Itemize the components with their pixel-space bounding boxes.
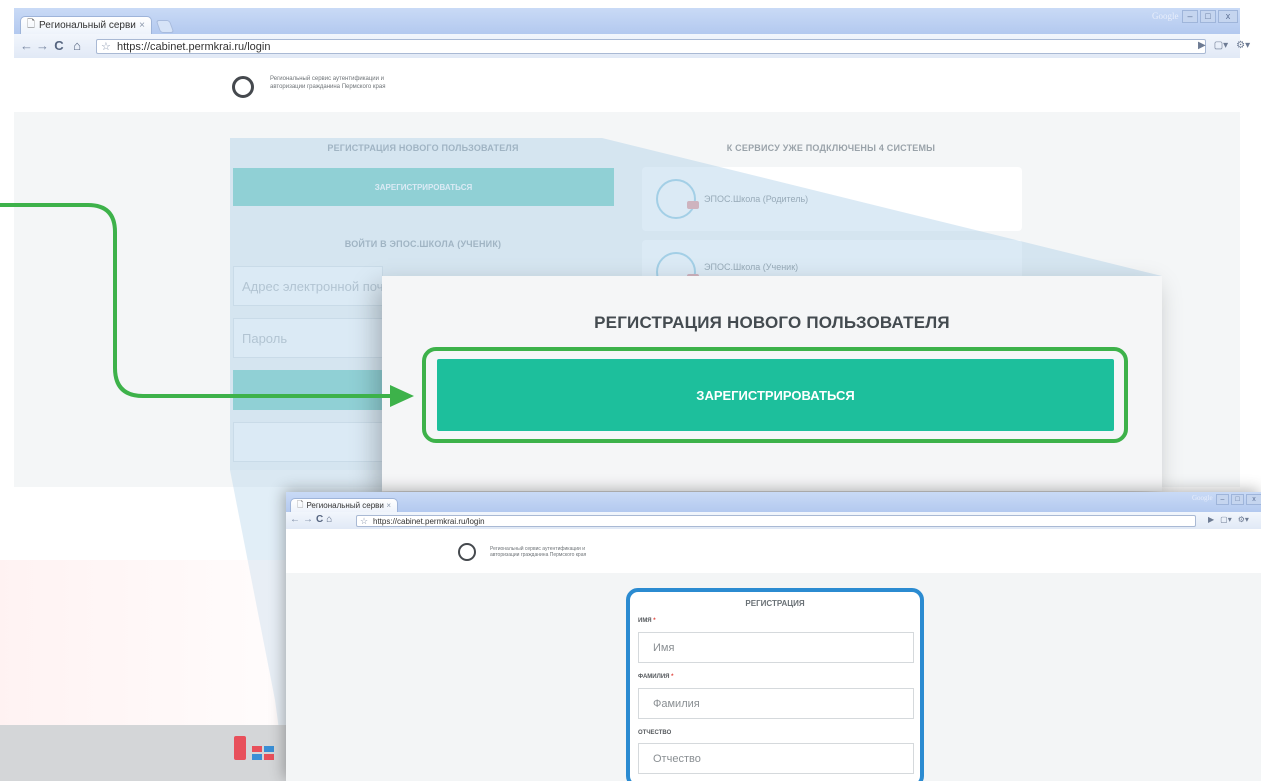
registration-screenshot: 🗋 Региональный серви × Google – □ x ← → … <box>286 492 1261 781</box>
close-tab-icon[interactable]: × <box>386 501 391 510</box>
site-logo-text: Региональный сервис аутентификации и авт… <box>490 546 586 559</box>
wrench-icon[interactable]: ⚙▾ <box>1238 515 1249 524</box>
maximize-button[interactable]: □ <box>1231 494 1244 505</box>
page-menu-icon[interactable]: ▢▾ <box>1220 515 1232 524</box>
composite-screenshot: { "browser": { "tab_title": "Региональны… <box>0 0 1261 781</box>
play-icon[interactable]: ▶ <box>1208 515 1214 524</box>
url-text: https://cabinet.permkrai.ru/login <box>373 516 485 526</box>
label-text: ФАМИЛИЯ <box>638 674 670 680</box>
label-text: ИМЯ <box>638 618 652 624</box>
form-title: РЕГИСТРАЦИЯ <box>745 599 805 608</box>
bookmark-star-icon[interactable]: ☆ <box>360 516 368 527</box>
required-marker: * <box>671 674 674 680</box>
window-controls: – □ x <box>1216 494 1261 505</box>
page-icon: 🗋 <box>297 499 304 509</box>
google-brand: Google <box>1192 494 1213 502</box>
reload-icon[interactable]: C <box>316 514 323 525</box>
address-bar[interactable]: ☆ https://cabinet.permkrai.ru/login <box>356 515 1196 527</box>
logo-icon <box>458 543 476 561</box>
minimize-button[interactable]: – <box>1216 494 1229 505</box>
close-window-button[interactable]: x <box>1246 494 1261 505</box>
back-icon[interactable]: ← <box>290 514 300 525</box>
last-name-label: ФАМИЛИЯ * <box>638 674 673 680</box>
last-name-input[interactable]: Фамилия <box>638 688 914 719</box>
first-name-label: ИМЯ * <box>638 618 656 624</box>
middle-name-label: ОТЧЕСТВО <box>638 730 671 736</box>
label-text: ОТЧЕСТВО <box>638 730 672 736</box>
nav-buttons: ← → C ⌂ <box>290 514 332 525</box>
first-name-input[interactable]: Имя <box>638 632 914 663</box>
logo-line-2: авторизации гражданина Пермского края <box>490 552 587 559</box>
forward-icon[interactable]: → <box>303 514 313 525</box>
toolbar-actions: ▶ ▢▾ ⚙▾ <box>1208 515 1249 524</box>
middle-name-input[interactable]: Отчество <box>638 743 914 774</box>
required-marker: * <box>653 618 656 624</box>
site-header <box>286 529 1261 573</box>
browser-titlebar <box>286 492 1261 512</box>
home-icon[interactable]: ⌂ <box>326 514 332 525</box>
tab-title: Региональный серви <box>306 501 384 510</box>
browser-tab[interactable]: 🗋 Региональный серви × <box>290 498 398 512</box>
